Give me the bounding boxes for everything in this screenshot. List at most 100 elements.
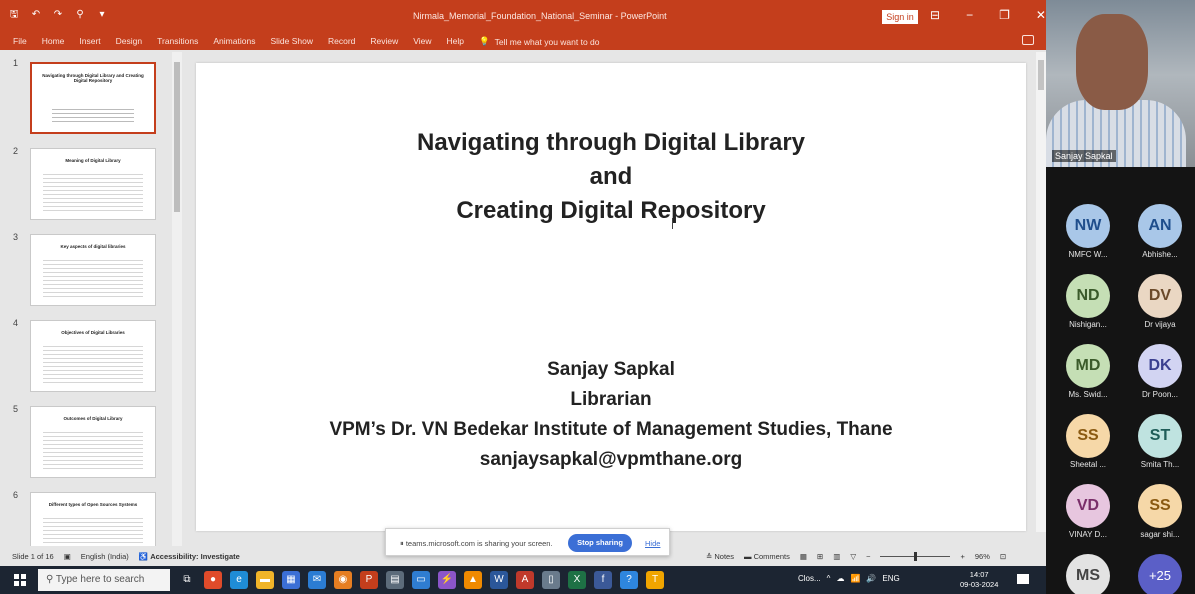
tab-transitions[interactable]: Transitions — [157, 36, 198, 47]
edge-icon[interactable]: e — [230, 571, 248, 589]
tab-record[interactable]: Record — [328, 36, 355, 47]
customize-chevron-icon[interactable]: ▾ — [96, 9, 108, 21]
participant-tile[interactable]: DK Dr Poon... — [1128, 344, 1192, 399]
comments-icon[interactable] — [1022, 35, 1034, 45]
speaker-video[interactable]: Sanjay Sapkal — [1046, 0, 1195, 167]
comments-button[interactable]: ▬ Comments — [744, 552, 790, 561]
notes-icon[interactable]: ▯ — [542, 571, 560, 589]
teams-icon[interactable]: T — [646, 571, 664, 589]
restore-button[interactable]: ❐ — [999, 8, 1010, 22]
participant-tile[interactable]: SS sagar shi... — [1128, 484, 1192, 539]
powerpoint-icon[interactable]: P — [360, 571, 378, 589]
taskbar-search-input[interactable]: ⚲ Type here to search — [38, 569, 170, 591]
slide-sorter-icon[interactable]: ⊞ — [817, 552, 823, 561]
tab-review[interactable]: Review — [370, 36, 398, 47]
minimize-button[interactable]: − — [966, 8, 973, 22]
language-icon[interactable]: ENG — [882, 574, 899, 583]
taskbar-apps: ⧉ ● e ▬ ▦ ✉ ◉ P ▤ ▭ ⚡ ▲ W A ▯ Xf? T — [178, 571, 664, 589]
pdf-icon[interactable]: A — [516, 571, 534, 589]
folder-icon[interactable]: ▭ — [412, 571, 430, 589]
tab-view[interactable]: View — [413, 36, 431, 47]
participant-tile[interactable]: MS — [1056, 554, 1120, 594]
taskbar-clock[interactable]: 14:07 09-03-2024 — [960, 570, 998, 590]
tab-animations[interactable]: Animations — [213, 36, 255, 47]
participant-name: NMFC W... — [1068, 250, 1108, 259]
tab-insert[interactable]: Insert — [79, 36, 100, 47]
word-icon[interactable]: W — [490, 571, 508, 589]
thumbnail-scrollbar[interactable] — [172, 52, 182, 546]
slide-canvas[interactable]: Navigating through Digital Library and C… — [196, 63, 1026, 531]
participant-tile[interactable]: ST Smita Th... — [1128, 414, 1192, 469]
chrome-icon[interactable]: ● — [204, 571, 222, 589]
tell-me-search[interactable]: 💡 Tell me what you want to do — [479, 36, 599, 47]
excel-icon[interactable]: X — [568, 571, 586, 589]
more-participants-button[interactable]: +25 — [1128, 554, 1192, 594]
vlc-icon[interactable]: ▲ — [464, 571, 482, 589]
file-explorer-icon[interactable]: ▬ — [256, 571, 274, 589]
presenter-role: Librarian — [570, 389, 652, 410]
tab-help[interactable]: Help — [447, 36, 464, 47]
notification-icon[interactable] — [1017, 574, 1029, 584]
participant-tile[interactable]: VD VINAY D... — [1056, 484, 1120, 539]
participant-tile[interactable]: AN Abhishe... — [1128, 204, 1192, 259]
hide-link[interactable]: Hide — [645, 539, 660, 548]
slide-thumbnail[interactable]: Outcomes of Digital Library — [30, 406, 156, 478]
slide-thumbnail[interactable]: Key aspects of digital libraries — [30, 234, 156, 306]
zoom-in-button[interactable]: + — [960, 552, 964, 561]
app-icon[interactable]: ⚡ — [438, 571, 456, 589]
close-button[interactable]: ✕ — [1036, 8, 1046, 22]
stop-sharing-button[interactable]: Stop sharing — [568, 534, 632, 552]
slide-thumbnail[interactable]: Navigating through Digital Library and C… — [30, 62, 156, 134]
accessibility-icon: ♿ — [138, 552, 151, 561]
thumb-body — [43, 257, 143, 297]
participant-tile[interactable]: DV Dr vijaya — [1128, 274, 1192, 329]
volume-icon[interactable]: 🔊 — [866, 574, 876, 583]
facebook-icon[interactable]: f — [594, 571, 612, 589]
save-icon[interactable]: 🖫 — [8, 9, 20, 21]
zoom-out-button[interactable]: − — [866, 552, 870, 561]
participant-tile[interactable]: NW NMFC W... — [1056, 204, 1120, 259]
participant-tile[interactable]: MD Ms. Swid... — [1056, 344, 1120, 399]
cloud-icon[interactable]: ☁ — [836, 574, 844, 583]
tab-design[interactable]: Design — [116, 36, 142, 47]
spellcheck-icon[interactable]: ▣ — [64, 552, 71, 561]
task-view-icon[interactable]: ⧉ — [178, 571, 196, 589]
calculator-icon[interactable]: ▤ — [386, 571, 404, 589]
tab-slide-show[interactable]: Slide Show — [270, 36, 313, 47]
thumb-body — [43, 429, 143, 469]
scrollbar-thumb[interactable] — [1038, 60, 1044, 90]
tab-file[interactable]: File — [13, 36, 27, 47]
language-indicator[interactable]: English (India) — [81, 552, 129, 561]
redo-icon[interactable]: ↷ — [52, 9, 64, 21]
mail-icon[interactable]: ✉ — [308, 571, 326, 589]
teams-app-label[interactable]: Clos... — [798, 574, 821, 583]
fit-slide-icon[interactable]: ⊡ — [1000, 552, 1006, 561]
undo-icon[interactable]: ↶ — [30, 9, 42, 21]
participant-tile[interactable]: SS Sheetal ... — [1056, 414, 1120, 469]
accessibility-status[interactable]: ♿ Accessibility: Investigate — [139, 552, 240, 561]
sign-in-button[interactable]: Sign in — [882, 10, 918, 24]
normal-view-icon[interactable]: ▦ — [800, 552, 807, 561]
slide-thumbnail[interactable]: Meaning of Digital Library — [30, 148, 156, 220]
slide-scrollbar[interactable] — [1036, 52, 1046, 532]
network-icon[interactable]: 📶 — [850, 574, 860, 583]
zoom-level[interactable]: 96% — [975, 552, 990, 561]
chevron-up-icon[interactable]: ^ — [827, 574, 831, 583]
windows-start-icon[interactable] — [14, 574, 26, 586]
zoom-slider[interactable] — [880, 552, 951, 561]
photos-icon[interactable]: ◉ — [334, 571, 352, 589]
notes-button[interactable]: ≙ Notes — [706, 552, 734, 561]
store-icon[interactable]: ▦ — [282, 571, 300, 589]
present-icon[interactable]: ⚲ — [74, 9, 86, 21]
tab-home[interactable]: Home — [42, 36, 65, 47]
ribbon-display-icon[interactable]: ⊟ — [930, 8, 940, 22]
thumb-number: 3 — [13, 232, 19, 242]
help-icon[interactable]: ? — [620, 571, 638, 589]
screen-sharing-bar: ⏸ teams.microsoft.com is sharing your sc… — [385, 528, 670, 556]
quick-access-toolbar: 🖫 ↶ ↷ ⚲ ▾ — [8, 9, 108, 21]
slideshow-icon[interactable]: ▽ — [850, 552, 856, 561]
participant-tile[interactable]: ND Nishigan... — [1056, 274, 1120, 329]
scrollbar-thumb[interactable] — [174, 62, 180, 212]
reading-view-icon[interactable]: ▥ — [833, 552, 840, 561]
slide-thumbnail[interactable]: Objectives of Digital Libraries — [30, 320, 156, 392]
